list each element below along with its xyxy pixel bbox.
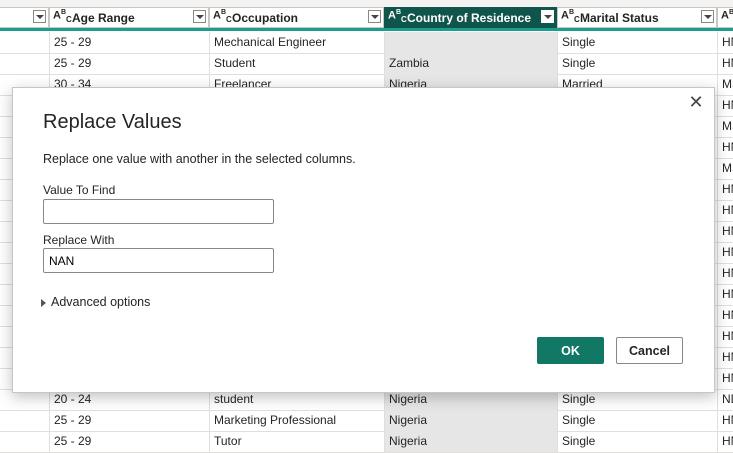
cell-occupation[interactable]: Mechanical Engineer [209, 32, 384, 53]
cell-age-range[interactable]: 25 - 29 [49, 410, 209, 431]
cell-country-of-residence[interactable]: Nigeria [384, 410, 557, 431]
cell-age-range[interactable]: 25 - 29 [49, 53, 209, 74]
cell-age-range[interactable]: 25 - 29 [49, 32, 209, 53]
ok-button[interactable]: OK [537, 337, 604, 364]
column-header-country-of-residence[interactable]: ABC Country of Residence [384, 7, 557, 28]
cell-marital-status[interactable]: Single [557, 53, 717, 74]
replace-with-label: Replace With [43, 233, 115, 247]
table-row: 25 - 29TutorNigeriaSingleHN [0, 431, 733, 453]
replace-with-input[interactable] [43, 248, 274, 273]
text-type-icon: ABC [721, 9, 733, 22]
cell-next-column[interactable]: HN [717, 410, 733, 431]
cancel-button[interactable]: Cancel [616, 337, 683, 364]
text-type-icon: ABC [388, 9, 407, 24]
cell-marital-status[interactable]: Single [557, 32, 717, 53]
cell-occupation[interactable]: Marketing Professional [209, 410, 384, 431]
column-header-next[interactable]: ABC [717, 7, 733, 28]
advanced-options-toggle[interactable]: Advanced options [41, 295, 150, 309]
cell-next-column[interactable]: MS [717, 116, 733, 137]
cell-next-column[interactable]: HN [717, 221, 733, 242]
cell-next-column[interactable]: HN [717, 137, 733, 158]
advanced-options-label: Advanced options [51, 295, 151, 309]
cell-marital-status[interactable]: Single [557, 431, 717, 452]
chevron-down-icon[interactable] [541, 10, 554, 23]
cell-next-column[interactable]: HN [717, 263, 733, 284]
chevron-right-icon [41, 298, 46, 307]
replace-values-dialog: ✕ Replace Values Replace one value with … [12, 87, 715, 393]
cell-next-column[interactable]: MS [717, 74, 733, 95]
column-header-label: Country of Residence [407, 11, 532, 25]
row-number-cell [0, 410, 49, 431]
value-to-find-label: Value To Find [43, 183, 116, 197]
cell-country-of-residence[interactable] [384, 32, 557, 53]
chevron-down-icon[interactable] [701, 10, 714, 23]
table-row: 25 - 29StudentZambiaSingleHN [0, 53, 733, 75]
cell-next-column[interactable]: MS [717, 158, 733, 179]
cell-next-column[interactable]: HN [717, 179, 733, 200]
cell-occupation[interactable]: Student [209, 53, 384, 74]
cell-occupation[interactable]: Tutor [209, 431, 384, 452]
cell-next-column[interactable]: ND [717, 389, 733, 410]
column-header-age-range[interactable]: ABC Age Range [49, 7, 209, 28]
cell-next-column[interactable]: HN [717, 431, 733, 452]
cell-next-column[interactable]: HN [717, 305, 733, 326]
text-type-icon: ABC [213, 9, 232, 24]
cell-next-column[interactable]: HN [717, 242, 733, 263]
cell-next-column[interactable]: HN [717, 95, 733, 116]
cell-next-column[interactable]: HN [717, 326, 733, 347]
row-number-cell [0, 431, 49, 452]
column-header-previous[interactable] [0, 7, 49, 28]
cell-country-of-residence[interactable]: Nigeria [384, 431, 557, 452]
chevron-down-icon[interactable] [368, 10, 381, 23]
column-header-occupation[interactable]: ABC Occupation [209, 7, 384, 28]
cell-next-column[interactable]: HN [717, 347, 733, 368]
table-row: 25 - 29 Marketing Professional Nigeria Sing… [0, 410, 733, 432]
cell-next-column[interactable]: HN [717, 32, 733, 53]
column-header-label: Occupation [232, 11, 299, 25]
selected-column-accent [0, 28, 733, 31]
cell-marital-status[interactable]: Single [557, 410, 717, 431]
table-row: 25 - 29Mechanical Engineer SingleHN [0, 32, 733, 54]
cell-age-range[interactable]: 25 - 29 [49, 431, 209, 452]
column-header-bar: ABC Age Range ABC Occupation ABC Country… [0, 0, 733, 30]
dialog-title: Replace Values [43, 111, 182, 133]
column-header-label: Age Range [72, 11, 135, 25]
cell-next-column[interactable]: HN [717, 53, 733, 74]
row-number-cell [0, 53, 49, 74]
cell-next-column[interactable]: HN [717, 284, 733, 305]
row-number-cell [0, 32, 49, 53]
text-type-icon: ABC [53, 9, 72, 24]
value-to-find-input[interactable] [43, 199, 274, 224]
cell-country-of-residence[interactable]: Zambia [384, 53, 557, 74]
chevron-down-icon[interactable] [33, 10, 46, 23]
cell-next-column[interactable]: HN [717, 200, 733, 221]
text-type-icon: ABC [561, 9, 580, 24]
cell-next-column[interactable]: HN [717, 368, 733, 389]
column-header-label: Marital Status [580, 11, 659, 25]
chevron-down-icon[interactable] [193, 10, 206, 23]
dialog-description: Replace one value with another in the se… [43, 152, 356, 166]
close-icon[interactable]: ✕ [688, 93, 704, 111]
column-header-marital-status[interactable]: ABC Marital Status [557, 7, 717, 28]
